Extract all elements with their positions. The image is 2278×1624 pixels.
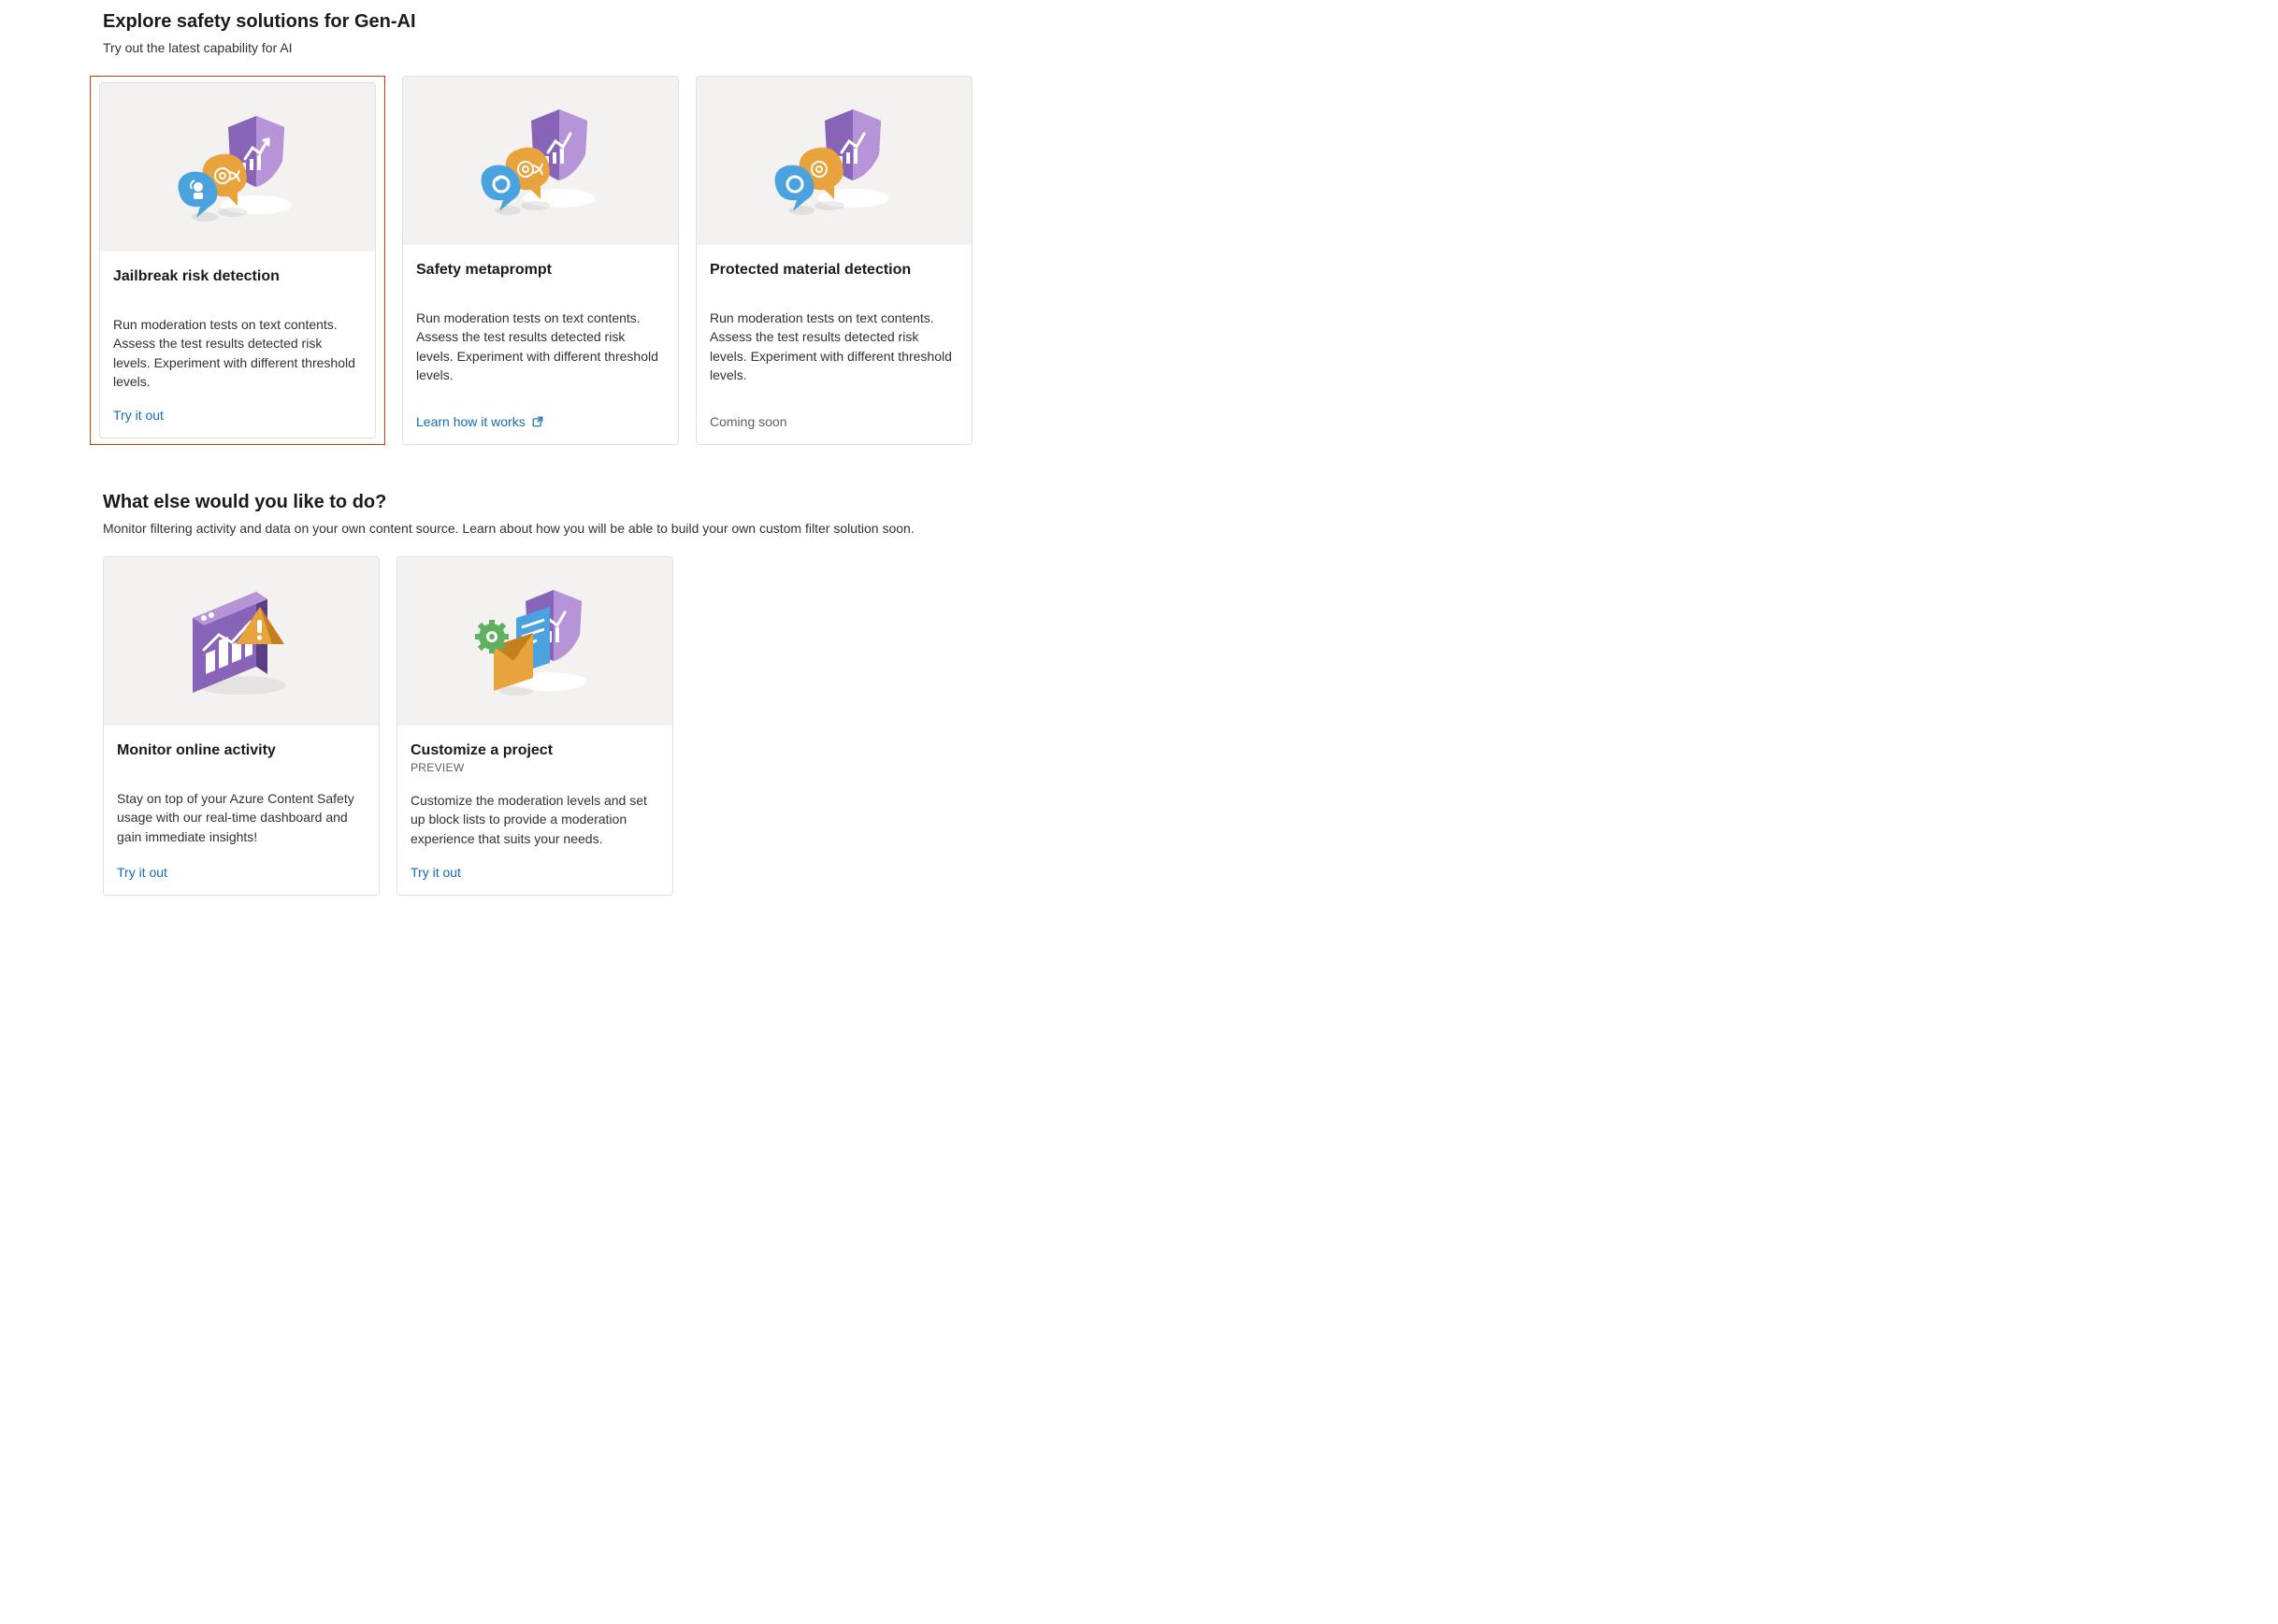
learn-how-it-works-link[interactable]: Learn how it works (416, 414, 665, 429)
card-hero-illustration (697, 77, 972, 245)
card-safety-metaprompt[interactable]: Safety metaprompt Run moderation tests o… (402, 76, 679, 445)
preview-badge: PREVIEW (411, 761, 659, 774)
bubbles-shield-icon (759, 100, 909, 222)
card-description: Run moderation tests on text contents. A… (710, 309, 959, 384)
card-monitor-online-activity[interactable]: Monitor online activity Stay on top of y… (103, 556, 380, 896)
external-link-icon (531, 415, 544, 428)
link-label: Learn how it works (416, 414, 526, 429)
card-customize-a-project[interactable]: Customize a project PREVIEW Customize th… (396, 556, 673, 896)
section1-title: Explore safety solutions for Gen-AI (103, 11, 2175, 33)
section2-card-row: Monitor online activity Stay on top of y… (103, 556, 2175, 896)
card-title: Customize a project (411, 742, 659, 759)
highlight-frame: Jailbreak risk detection Run moderation … (90, 76, 385, 445)
bubbles-shield-icon (466, 100, 615, 222)
coming-soon-label: Coming soon (710, 414, 959, 429)
card-hero-illustration (403, 77, 678, 245)
card-hero-illustration (104, 557, 379, 726)
card-title: Monitor online activity (117, 742, 366, 759)
card-description: Customize the moderation levels and set … (411, 791, 659, 848)
bubbles-shield-icon (163, 107, 312, 228)
try-it-out-link[interactable]: Try it out (411, 865, 659, 880)
section2-title: What else would you like to do? (103, 492, 2175, 513)
card-title: Safety metaprompt (416, 262, 665, 279)
card-hero-illustration (100, 83, 375, 252)
card-title: Protected material detection (710, 262, 959, 279)
try-it-out-link[interactable]: Try it out (113, 408, 362, 423)
card-description: Stay on top of your Azure Content Safety… (117, 789, 366, 846)
section1-subtitle: Try out the latest capability for AI (103, 40, 2175, 55)
card-jailbreak-risk-detection[interactable]: Jailbreak risk detection Run moderation … (99, 82, 376, 438)
customize-icon (460, 581, 610, 702)
card-description: Run moderation tests on text contents. A… (113, 315, 362, 391)
try-it-out-link[interactable]: Try it out (117, 865, 366, 880)
card-title: Jailbreak risk detection (113, 268, 362, 285)
card-description: Run moderation tests on text contents. A… (416, 309, 665, 384)
section2-subtitle: Monitor filtering activity and data on y… (103, 521, 2175, 536)
dashboard-icon (166, 581, 316, 702)
card-protected-material-detection[interactable]: Protected material detection Run moderat… (696, 76, 973, 445)
section1-card-row: Jailbreak risk detection Run moderation … (103, 76, 2175, 445)
card-hero-illustration (397, 557, 672, 726)
